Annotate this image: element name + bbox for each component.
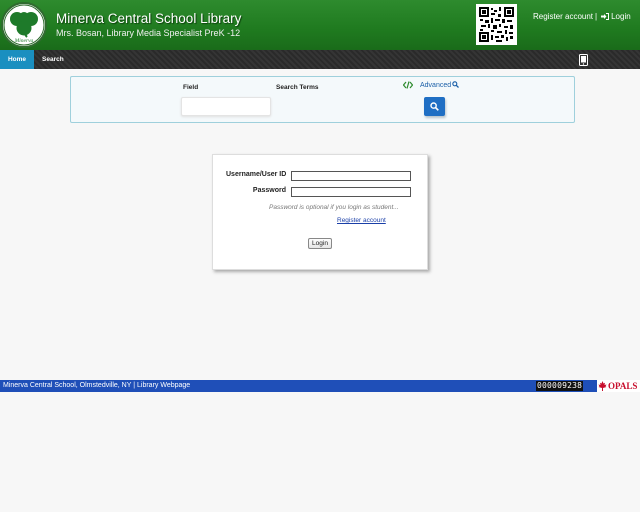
sign-in-icon xyxy=(601,13,610,20)
field-select[interactable] xyxy=(181,97,271,116)
qr-code-icon xyxy=(479,7,514,42)
advanced-search-label: Advanced xyxy=(420,82,452,89)
shamrock-logo[interactable]: Minerva xyxy=(1,2,47,48)
footer-separator: | xyxy=(133,382,136,389)
footer: Minerva Central School, Olmstedville, NY… xyxy=(0,380,640,392)
field-label: Field xyxy=(183,84,199,91)
footer-text: Minerva Central School, Olmstedville, NY… xyxy=(3,382,190,389)
top-links: Register account | Login xyxy=(533,12,631,21)
login-link-label: Login xyxy=(611,12,631,21)
nav-tab-search[interactable]: Search xyxy=(34,50,72,69)
search-icon xyxy=(430,102,439,111)
mobile-phone-icon[interactable] xyxy=(579,54,588,66)
qr-code xyxy=(476,4,517,45)
site-title[interactable]: Minerva Central School Library xyxy=(56,11,241,26)
site-subtitle: Mrs. Bosan, Library Media Specialist Pre… xyxy=(56,28,241,38)
login-button[interactable]: Login xyxy=(308,238,332,249)
maple-leaf-icon xyxy=(598,381,607,391)
search-button[interactable] xyxy=(424,97,445,116)
main-navbar: Home Search xyxy=(0,50,640,69)
opals-logo[interactable]: OPALS xyxy=(597,380,640,392)
footer-school: Minerva Central School, Olmstedville, NY xyxy=(3,382,132,389)
username-label: Username/User ID xyxy=(226,171,287,178)
search-terms-label: Search Terms xyxy=(276,84,319,91)
opals-brand: OPALS xyxy=(608,381,638,391)
top-links-separator: | xyxy=(595,12,598,21)
advanced-search-link[interactable]: Advanced xyxy=(420,81,460,89)
code-icon[interactable] xyxy=(402,81,414,89)
login-link[interactable]: Login xyxy=(601,12,631,21)
password-input[interactable] xyxy=(291,187,411,197)
password-hint: Password is optional if you login as stu… xyxy=(269,204,399,211)
header: Minerva Minerva Central School Library M… xyxy=(0,0,640,50)
nav-tab-home[interactable]: Home xyxy=(0,50,34,69)
visitor-counter: 000009238 xyxy=(536,381,584,391)
password-label: Password xyxy=(252,187,286,194)
logo-text: Minerva xyxy=(14,38,34,44)
username-input[interactable] xyxy=(291,171,411,181)
search-panel xyxy=(70,76,575,123)
search-icon xyxy=(452,81,460,88)
library-webpage-link[interactable]: Library Webpage xyxy=(137,382,190,389)
register-account-link[interactable]: Register account xyxy=(533,12,593,21)
register-account-link-form[interactable]: Register account xyxy=(337,217,386,224)
